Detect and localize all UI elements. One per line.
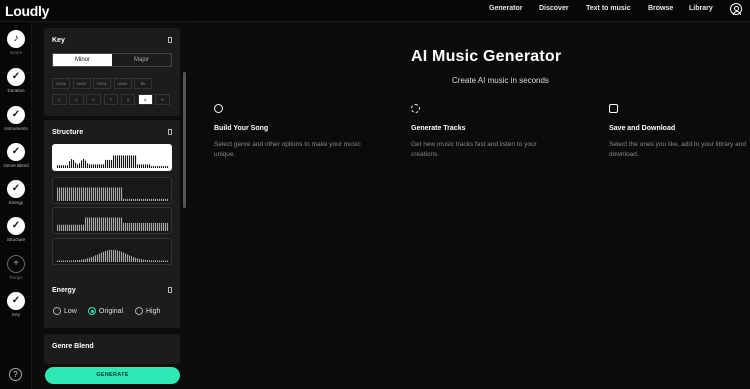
- key-a[interactable]: A: [137, 94, 153, 105]
- feature-generate: Generate Tracks Get new music tracks fas…: [411, 104, 561, 160]
- step-label: Duration: [7, 88, 25, 93]
- feature-save: Save and Download Select the ones you li…: [609, 104, 750, 160]
- trash-icon[interactable]: [168, 37, 172, 43]
- page-title: AI Music Generator: [411, 48, 562, 65]
- radio-label: Original: [99, 307, 124, 315]
- radio-label: High: [146, 307, 161, 315]
- key-dsharp[interactable]: D#/Eb: [72, 78, 91, 89]
- feature-desc: Select the ones you like, add to your li…: [609, 141, 746, 158]
- energy-low-radio[interactable]: Low: [53, 307, 77, 315]
- structure-option-3[interactable]: [52, 207, 172, 234]
- waveform-3: [57, 217, 169, 231]
- key-g[interactable]: G: [120, 94, 136, 105]
- step-tempo[interactable]: + Tempo: [0, 255, 32, 280]
- settings-panel: Key Minor Major C#/Db D#/Eb F#/Gb G#/Ab …: [36, 22, 188, 389]
- key-bflat[interactable]: Bb: [134, 78, 152, 89]
- step-label: Genre Blend: [3, 163, 29, 168]
- radio-dot: [135, 307, 143, 315]
- structure-card: Structure: [44, 120, 180, 292]
- palette-icon: [214, 104, 223, 113]
- step-label: Genre: [9, 50, 23, 55]
- step-energy[interactable]: ✓ Energy: [0, 180, 32, 205]
- refresh-icon: [411, 104, 420, 113]
- generate-button[interactable]: GENERATE: [45, 367, 180, 384]
- sharp-keys-row: C#/Db D#/Eb F#/Gb G#/Ab Bb: [52, 78, 152, 89]
- help-icon[interactable]: ?: [9, 368, 22, 381]
- radio-dot: [53, 307, 61, 315]
- nav-discover[interactable]: Discover: [539, 5, 569, 12]
- key-fsharp[interactable]: F#/Gb: [93, 78, 111, 89]
- step-label: Structure: [6, 237, 26, 242]
- nav-library[interactable]: Library: [689, 5, 713, 12]
- energy-high-radio[interactable]: High: [135, 307, 160, 315]
- page-subtitle: Create AI music in seconds: [452, 76, 549, 85]
- waveform-4: [57, 249, 169, 262]
- check-icon: ✓: [7, 292, 25, 310]
- nav-generator[interactable]: Generator: [489, 5, 522, 12]
- step-genre-blend[interactable]: ✓ Genre Blend: [0, 143, 32, 168]
- step-duration[interactable]: ✓ Duration: [0, 68, 32, 93]
- radio-label: Low: [64, 307, 77, 315]
- feature-title: Save and Download: [609, 125, 676, 132]
- mode-major[interactable]: Major: [112, 54, 171, 66]
- structure-option-1[interactable]: [52, 144, 172, 171]
- mode-toggle: Minor Major: [52, 53, 172, 67]
- genre-blend-card: Genre Blend: [44, 334, 180, 364]
- key-d[interactable]: D: [69, 94, 84, 105]
- key-f[interactable]: F: [103, 94, 119, 105]
- step-structure[interactable]: ✓ Structure: [0, 217, 32, 242]
- key-c[interactable]: C: [52, 94, 67, 105]
- feature-build: Build Your Song Select genre and other o…: [214, 104, 364, 160]
- card-title: Structure: [52, 129, 84, 136]
- heart-download-icon: [609, 104, 618, 113]
- feature-title: Build Your Song: [214, 125, 269, 132]
- key-card: Key Minor Major C#/Db D#/Eb F#/Gb G#/Ab …: [44, 28, 180, 116]
- top-navbar: Loudly Generator Discover Text to music …: [0, 0, 750, 22]
- step-key[interactable]: ✓ Key: [0, 292, 32, 317]
- check-icon: ✓: [7, 106, 25, 124]
- key-gsharp[interactable]: G#/Ab: [113, 78, 132, 89]
- feature-desc: Select genre and other options to make y…: [214, 141, 361, 158]
- step-rail: ♪ Genre ✓ Duration ✓ Instruments ✓ Genre…: [0, 22, 32, 389]
- check-icon: ✓: [7, 217, 25, 235]
- step-label: Tempo: [9, 275, 23, 280]
- step-label: Key: [12, 312, 20, 317]
- feature-desc: Get new music tracks fast and listen to …: [411, 141, 537, 158]
- step-instruments[interactable]: ✓ Instruments: [0, 106, 32, 131]
- check-icon: ✓: [7, 180, 25, 198]
- panel-scrollbar[interactable]: [183, 72, 186, 208]
- step-label: Energy: [8, 200, 24, 205]
- step-genre[interactable]: ♪ Genre: [0, 30, 32, 55]
- mode-minor[interactable]: Minor: [53, 54, 112, 66]
- card-title: Key: [52, 37, 65, 44]
- plus-icon: +: [7, 255, 25, 273]
- radio-dot: [88, 307, 96, 315]
- natural-keys-row: C D E F G A B: [52, 94, 170, 105]
- key-csharp[interactable]: C#/Db: [52, 78, 70, 89]
- waveform-1: [57, 155, 169, 168]
- energy-original-radio[interactable]: Original: [88, 307, 123, 315]
- card-title: Energy: [52, 287, 76, 294]
- check-icon: ✓: [7, 68, 25, 86]
- energy-card: Energy Low Original High: [44, 278, 180, 328]
- structure-option-4[interactable]: [52, 238, 172, 265]
- check-icon: ✓: [7, 143, 25, 161]
- music-note-icon: ♪: [7, 30, 25, 48]
- nav-text-to-music[interactable]: Text to music: [586, 5, 631, 12]
- trash-icon[interactable]: [168, 129, 172, 135]
- user-account-icon[interactable]: [730, 3, 742, 15]
- structure-option-2[interactable]: [52, 177, 172, 204]
- key-e[interactable]: E: [86, 94, 102, 105]
- waveform-2: [57, 187, 169, 201]
- card-title: Genre Blend: [52, 343, 94, 350]
- feature-title: Generate Tracks: [411, 125, 466, 132]
- key-b[interactable]: B: [155, 94, 170, 105]
- trash-icon[interactable]: [168, 287, 172, 293]
- step-label: Instruments: [4, 126, 28, 131]
- nav-browse[interactable]: Browse: [648, 5, 673, 12]
- loudly-logo[interactable]: Loudly: [5, 3, 49, 19]
